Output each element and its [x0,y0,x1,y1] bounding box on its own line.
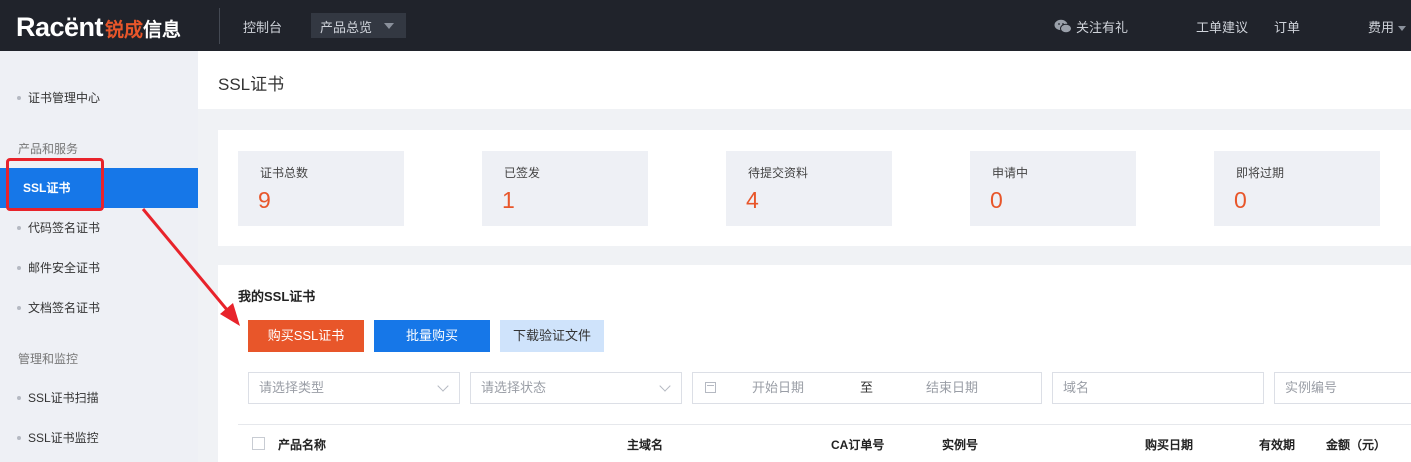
nav-console[interactable]: 控制台 [243,17,282,36]
stat-label: 已签发 [504,166,541,180]
download-verify-file-button[interactable]: 下载验证文件 [500,320,604,352]
sidebar-item-label: SSL证书监控 [28,431,99,445]
stat-label: 申请中 [992,166,1029,180]
chevron-down-icon [659,380,671,392]
page-title: SSL证书 [218,75,285,94]
ssl-list-card: 我的SSL证书 购买SSL证书 批量购买 下载验证文件 请选择类型 请选择状态 … [218,265,1411,462]
date-start-input[interactable]: 开始日期 [752,373,804,403]
sidebar: 证书管理中心 产品和服务 SSL证书 代码签名证书 邮件安全证书 文档签名证书 … [0,51,198,462]
annotation-highlight-box [6,158,104,211]
stat-applying[interactable]: 申请中 0 [970,151,1136,226]
sidebar-item-ssl-scan[interactable]: SSL证书扫描 [0,378,198,418]
sidebar-group-products: 产品和服务 [18,142,79,156]
table-divider [238,424,1411,425]
nav-fee-label: 费用 [1368,20,1395,35]
stat-label: 即将过期 [1236,166,1285,180]
bullet-icon [17,436,21,440]
calendar-icon [705,382,716,393]
column-header-ca-order[interactable]: CA订单号 [831,436,884,453]
column-header-product[interactable]: 产品名称 [278,436,326,453]
sidebar-item-label: 证书管理中心 [28,91,101,105]
stat-value: 4 [746,187,759,213]
stat-pending-docs[interactable]: 待提交资料 4 [726,151,892,226]
nav-order[interactable]: 订单 [1274,17,1300,36]
buy-ssl-button[interactable]: 购买SSL证书 [248,320,364,352]
logo-cn-accent: 锐成 [105,20,144,41]
sidebar-item-label: 代码签名证书 [28,221,101,235]
top-bar: Racënt 锐成 信息 控制台 产品总览 关注有礼 工单建议 订单 费用 [0,0,1411,51]
instance-input[interactable]: 实例编号 [1274,372,1411,404]
stat-value: 0 [1234,187,1247,213]
status-select[interactable]: 请选择状态 [470,372,682,404]
nav-wechat[interactable]: 关注有礼 [1054,17,1128,36]
nav-products-label: 产品总览 [320,20,373,35]
column-header-instance[interactable]: 实例号 [942,436,978,453]
wechat-icon [1054,19,1072,34]
stat-expiring[interactable]: 即将过期 0 [1214,151,1380,226]
nav-fee-dropdown[interactable]: 费用 [1368,17,1407,36]
stat-label: 待提交资料 [748,166,809,180]
logo-latin: Racënt [16,12,104,42]
caret-down-icon [1398,26,1407,32]
select-all-checkbox[interactable] [252,437,265,450]
stat-total[interactable]: 证书总数 9 [238,151,404,226]
status-select-placeholder: 请选择状态 [481,380,547,395]
stat-value: 9 [258,187,271,213]
type-select[interactable]: 请选择类型 [248,372,460,404]
wechat-label: 关注有礼 [1076,20,1129,35]
logo[interactable]: Racënt 锐成 信息 [16,12,182,42]
stats-card: 证书总数 9 已签发 1 待提交资料 4 申请中 0 即将过期 0 [218,130,1411,246]
column-header-validity[interactable]: 有效期 [1259,436,1295,453]
chevron-down-icon [437,380,449,392]
sidebar-item-label: SSL证书扫描 [28,391,99,405]
sidebar-item-cert-center[interactable]: 证书管理中心 [0,78,198,118]
sidebar-group-monitor: 管理和监控 [18,352,79,366]
column-header-purchase-date[interactable]: 购买日期 [1145,436,1193,453]
type-select-placeholder: 请选择类型 [259,380,325,395]
bullet-icon [17,396,21,400]
section-title: 我的SSL证书 [238,289,316,304]
top-divider [219,8,220,44]
page-header: SSL证书 [198,51,1411,109]
domain-input[interactable]: 域名 [1052,372,1264,404]
date-range-picker[interactable]: 开始日期 至 结束日期 [692,372,1042,404]
sidebar-item-code-signing[interactable]: 代码签名证书 [0,208,198,248]
column-header-domain[interactable]: 主域名 [627,436,663,453]
stat-value: 0 [990,187,1003,213]
sidebar-item-email-security[interactable]: 邮件安全证书 [0,248,198,288]
bullet-icon [17,226,21,230]
nav-ticket[interactable]: 工单建议 [1196,17,1248,36]
stat-label: 证书总数 [260,166,309,180]
sidebar-item-label: 邮件安全证书 [28,261,101,275]
bullet-icon [17,96,21,100]
stat-issued[interactable]: 已签发 1 [482,151,648,226]
bulk-buy-button[interactable]: 批量购买 [374,320,490,352]
sidebar-item-ssl-monitor[interactable]: SSL证书监控 [0,418,198,458]
date-separator: 至 [860,380,874,395]
sidebar-item-doc-signing[interactable]: 文档签名证书 [0,288,198,328]
column-header-amount[interactable]: 金额（元） [1326,436,1386,453]
date-end-input[interactable]: 结束日期 [926,373,978,403]
bullet-icon [17,306,21,310]
stat-value: 1 [502,187,515,213]
bullet-icon [17,266,21,270]
logo-cn: 信息 [143,20,182,41]
caret-down-icon [384,23,394,29]
nav-products-dropdown[interactable]: 产品总览 [311,13,406,38]
sidebar-item-label: 文档签名证书 [28,301,101,315]
